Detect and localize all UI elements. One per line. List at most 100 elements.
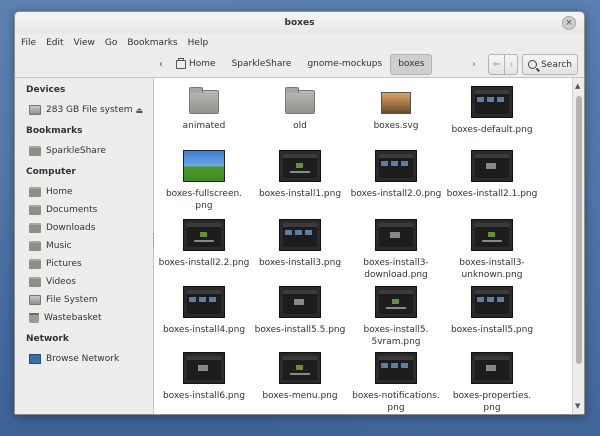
image-thumbnail-icon [279, 150, 321, 182]
sidebar-item-home[interactable]: Home [15, 183, 153, 201]
scroll-down-icon[interactable]: ▼ [575, 402, 580, 410]
close-icon: × [565, 17, 573, 28]
sidebar-item-sparkleshare[interactable]: SparkleShare [15, 142, 153, 160]
image-thumbnail-icon [375, 352, 417, 384]
sidebar: Devices 283 GB File system ⏏ Bookmarks S… [15, 78, 154, 414]
menu-bookmarks[interactable]: Bookmarks [127, 38, 177, 48]
file-name-label: boxes-install1.png [258, 189, 342, 199]
breadcrumb-scroll-right-icon[interactable]: › [468, 59, 480, 70]
image-thumbnail-icon [375, 150, 417, 182]
image-thumbnail-icon [471, 286, 513, 318]
search-icon [528, 60, 538, 69]
vertical-scrollbar[interactable]: ▲ ▼ [572, 78, 584, 414]
folder-item[interactable]: animated [158, 86, 250, 132]
music-folder-icon [29, 241, 41, 251]
menu-view[interactable]: View [74, 38, 95, 48]
file-item[interactable]: boxes-install2.1.png [446, 150, 538, 200]
file-name-label: boxes-install6.png [162, 391, 246, 401]
breadcrumb-gnome-mockups[interactable]: gnome-mockups [299, 54, 390, 75]
scrollbar-thumb[interactable] [576, 96, 582, 364]
sidebar-item-filesystem-283gb[interactable]: 283 GB File system ⏏ [15, 101, 153, 119]
file-name-label: boxes-install3- download.png [363, 258, 429, 280]
file-item[interactable]: boxes-properties. png [446, 352, 538, 414]
image-thumbnail-icon [471, 150, 513, 182]
menu-go[interactable]: Go [105, 38, 117, 48]
scroll-up-icon[interactable]: ▲ [575, 82, 580, 90]
home-folder-icon [29, 187, 41, 197]
image-thumbnail-icon [375, 219, 417, 251]
file-name-label: boxes-menu.png [262, 391, 338, 401]
file-item[interactable]: boxes-default.png [446, 86, 538, 136]
drive-icon [29, 295, 41, 305]
network-icon [29, 354, 41, 364]
sidebar-item-music[interactable]: Music [15, 237, 153, 255]
sidebar-header-bookmarks: Bookmarks [26, 126, 83, 136]
breadcrumb-scroll-left-icon[interactable]: ‹ [154, 59, 168, 70]
eject-icon[interactable]: ⏏ [135, 106, 143, 115]
file-name-label: boxes-install5.5.png [254, 325, 346, 335]
file-name-label: boxes-install3.png [258, 258, 342, 268]
file-item[interactable]: boxes-notifications. png [350, 352, 442, 414]
sidebar-header-network: Network [26, 334, 69, 344]
file-item[interactable]: boxes-install5.5.png [254, 286, 346, 336]
file-name-label: boxes-install2.2.png [158, 258, 250, 268]
file-item[interactable]: boxes-install2.0.png [350, 150, 442, 200]
search-button[interactable]: Search [522, 54, 578, 75]
file-item[interactable]: boxes.svg [350, 86, 442, 132]
breadcrumb-sparkleshare[interactable]: SparkleShare [224, 54, 300, 75]
menu-file[interactable]: File [21, 38, 36, 48]
menu-edit[interactable]: Edit [46, 38, 63, 48]
image-thumbnail-icon [279, 286, 321, 318]
forward-button[interactable]: › [505, 54, 519, 75]
file-manager-window: boxes × File Edit View Go Bookmarks Help… [14, 11, 585, 415]
folder-item[interactable]: old [254, 86, 346, 132]
file-item[interactable]: boxes-install1.png [254, 150, 346, 200]
sidebar-item-pictures[interactable]: Pictures [15, 255, 153, 273]
file-name-label: boxes-install2.0.png [350, 189, 442, 199]
sidebar-item-file-system[interactable]: File System [15, 291, 153, 309]
menubar: File Edit View Go Bookmarks Help [15, 34, 584, 51]
main-area: Devices 283 GB File system ⏏ Bookmarks S… [15, 78, 584, 414]
close-button[interactable]: × [562, 16, 576, 30]
sidebar-header-devices: Devices [26, 85, 66, 95]
file-item[interactable]: boxes-install3.png [254, 219, 346, 269]
documents-folder-icon [29, 205, 41, 215]
file-item[interactable]: boxes-install6.png [158, 352, 250, 402]
home-folder-icon [176, 57, 186, 69]
file-name-label: boxes-fullscreen. png [165, 189, 243, 211]
image-thumbnail-icon [471, 352, 513, 384]
arrow-right-icon: › [509, 59, 514, 70]
file-name-label: boxes-install3- unknown.png [459, 258, 525, 280]
file-view: animated old boxes.svg boxes-default.png box… [154, 78, 584, 414]
image-thumbnail-icon [279, 219, 321, 251]
sidebar-item-downloads[interactable]: Downloads [15, 219, 153, 237]
file-item[interactable]: boxes-install3- download.png [350, 219, 442, 281]
file-name-label: boxes-install5.png [450, 325, 534, 335]
file-item[interactable]: boxes-fullscreen. png [158, 150, 250, 212]
breadcrumb-boxes[interactable]: boxes [390, 53, 433, 75]
image-thumbnail-icon [183, 286, 225, 318]
file-item[interactable]: boxes-install5.png [446, 286, 538, 336]
sidebar-item-browse-network[interactable]: Browse Network [15, 350, 153, 368]
breadcrumb-home[interactable]: Home [168, 54, 224, 75]
file-item[interactable]: boxes-install4.png [158, 286, 250, 336]
file-name-label: boxes-default.png [451, 125, 533, 135]
file-item[interactable]: boxes-menu.png [254, 352, 346, 402]
downloads-folder-icon [29, 223, 41, 233]
file-item[interactable]: boxes-install2.2.png [158, 219, 250, 269]
back-button[interactable]: ⇐ [487, 54, 506, 75]
drive-icon [29, 105, 41, 115]
file-item[interactable]: boxes-install5. 5vram.png [350, 286, 442, 348]
titlebar: boxes × [15, 12, 584, 34]
image-thumbnail-icon [183, 219, 225, 251]
menu-help[interactable]: Help [188, 38, 209, 48]
sidebar-item-wastebasket[interactable]: Wastebasket [15, 309, 153, 327]
folder-icon [285, 87, 315, 114]
sidebar-item-videos[interactable]: Videos [15, 273, 153, 291]
file-name-label: boxes.svg [373, 121, 419, 131]
sidebar-item-documents[interactable]: Documents [15, 201, 153, 219]
image-thumbnail-icon [471, 86, 513, 118]
image-thumbnail-icon [279, 352, 321, 384]
videos-folder-icon [29, 277, 41, 287]
file-item[interactable]: boxes-install3- unknown.png [446, 219, 538, 281]
